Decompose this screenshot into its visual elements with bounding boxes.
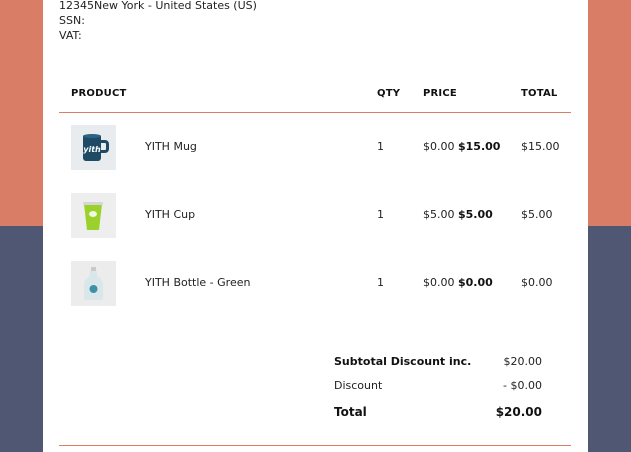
total-label: Total xyxy=(334,405,367,419)
invoice-sheet: 12345New York - United States (US) SSN: … xyxy=(43,0,588,452)
header-divider xyxy=(59,112,571,113)
bottle-image xyxy=(71,261,116,306)
table-row: yith YITH Mug 1 $0.00 $15.00 $15.00 xyxy=(43,125,588,171)
vat-label: VAT: xyxy=(59,29,82,42)
price-regular: $0.00 xyxy=(423,140,455,153)
subtotal-value: $20.00 xyxy=(503,355,543,368)
price-sale: $5.00 xyxy=(458,208,493,221)
mug-image: yith xyxy=(71,125,116,170)
column-header-total: TOTAL xyxy=(521,88,558,99)
product-qty: 1 xyxy=(377,208,384,221)
product-qty: 1 xyxy=(377,276,384,289)
product-price: $5.00 $5.00 xyxy=(423,208,493,221)
product-name: YITH Bottle - Green xyxy=(145,276,251,289)
product-total: $0.00 xyxy=(521,276,553,289)
product-qty: 1 xyxy=(377,140,384,153)
price-regular: $0.00 xyxy=(423,276,455,289)
product-name: YITH Mug xyxy=(145,140,197,153)
customer-address-block: 12345New York - United States (US) SSN: … xyxy=(59,0,257,43)
product-price: $0.00 $15.00 xyxy=(423,140,500,153)
product-total: $15.00 xyxy=(521,140,560,153)
product-price: $0.00 $0.00 xyxy=(423,276,493,289)
address-line: 12345New York - United States (US) xyxy=(59,0,257,12)
discount-value: - $0.00 xyxy=(503,379,542,392)
column-header-qty: QTY xyxy=(377,88,401,99)
price-regular: $5.00 xyxy=(423,208,455,221)
subtotal-label: Subtotal Discount inc. xyxy=(334,355,472,368)
svg-text:yith: yith xyxy=(83,145,101,154)
ssn-label: SSN: xyxy=(59,14,85,27)
footer-divider xyxy=(59,445,571,446)
cup-image xyxy=(71,193,116,238)
product-name: YITH Cup xyxy=(145,208,196,221)
product-total: $5.00 xyxy=(521,208,553,221)
total-value: $20.00 xyxy=(495,405,542,419)
column-header-product: PRODUCT xyxy=(71,88,127,99)
column-header-price: PRICE xyxy=(423,88,457,99)
table-row: YITH Bottle - Green 1 $0.00 $0.00 $0.00 xyxy=(43,261,588,307)
price-sale: $0.00 xyxy=(458,276,493,289)
discount-label: Discount xyxy=(334,379,383,392)
price-sale: $15.00 xyxy=(458,140,501,153)
table-row: YITH Cup 1 $5.00 $5.00 $5.00 xyxy=(43,193,588,239)
